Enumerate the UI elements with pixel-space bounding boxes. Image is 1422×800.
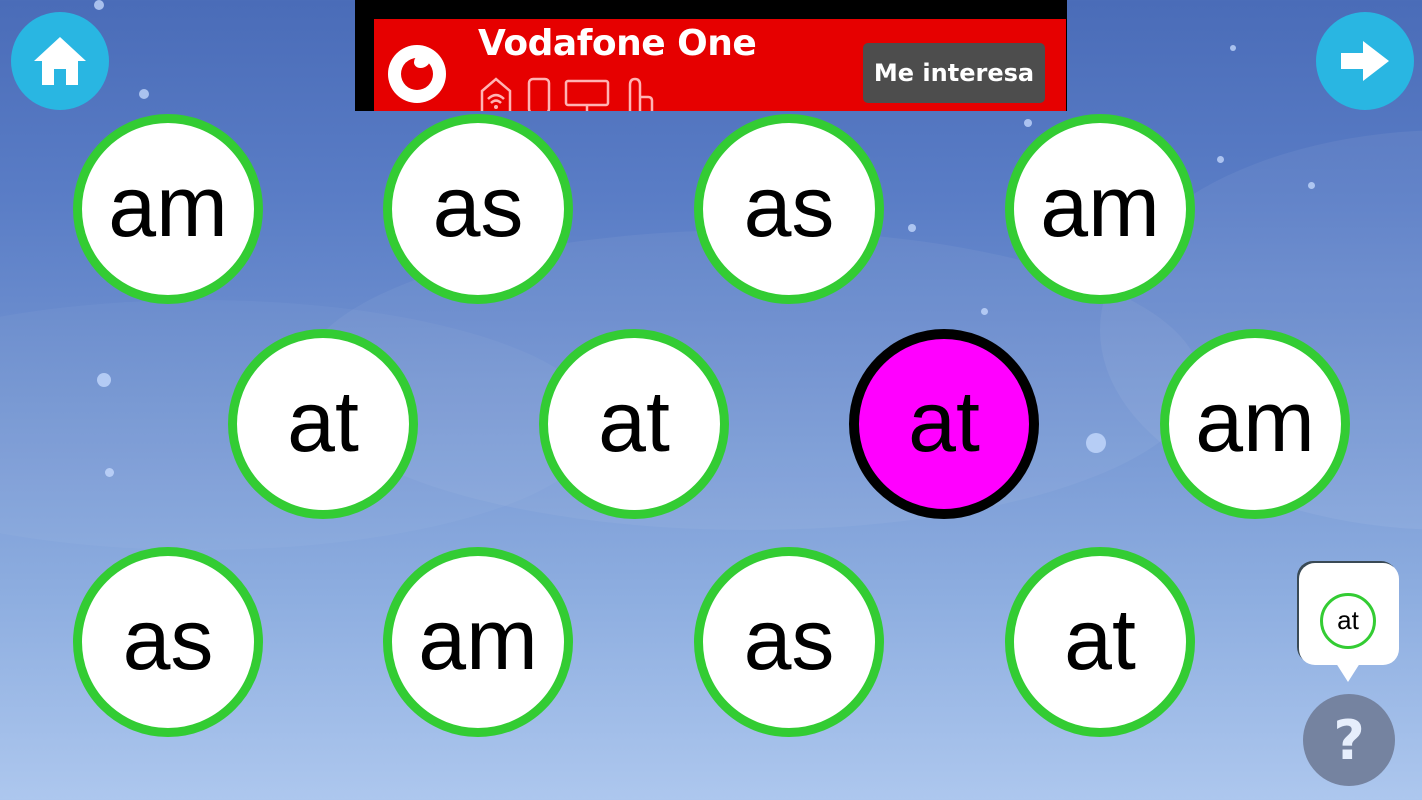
word-bubble[interactable]: at xyxy=(1005,547,1195,737)
word-bubble-selected[interactable]: at xyxy=(849,329,1039,519)
snowflake-dot xyxy=(1308,182,1315,189)
ad-cta-button[interactable]: Me interesa xyxy=(863,43,1045,103)
snowflake-dot xyxy=(139,89,149,99)
target-word-hint: at xyxy=(1299,563,1399,665)
word-bubble[interactable]: as xyxy=(383,114,573,304)
vodafone-logo-icon xyxy=(388,45,446,103)
word-bubble[interactable]: am xyxy=(1005,114,1195,304)
word-bubble[interactable]: as xyxy=(694,114,884,304)
target-word: at xyxy=(1320,593,1376,649)
word-bubble-label: at xyxy=(908,374,980,470)
word-bubble[interactable]: am xyxy=(1160,329,1350,519)
arrow-right-icon xyxy=(1341,41,1389,81)
hint-tail xyxy=(1334,660,1362,682)
ad-banner[interactable]: Vodafone One Me interesa xyxy=(355,0,1067,111)
word-bubble-label: am xyxy=(1040,159,1160,255)
question-mark-icon: ? xyxy=(1333,708,1365,772)
home-icon xyxy=(34,37,86,85)
wifi-router-icon xyxy=(480,77,512,111)
word-bubble-label: am xyxy=(108,159,228,255)
ad-content[interactable]: Vodafone One Me interesa xyxy=(374,19,1066,111)
snowflake-dot xyxy=(94,0,104,10)
word-bubble-label: am xyxy=(1195,374,1315,470)
word-bubble-label: at xyxy=(287,374,359,470)
word-bubble-label: as xyxy=(743,592,835,688)
tv-icon xyxy=(564,79,610,111)
help-button[interactable]: ? xyxy=(1303,694,1395,786)
snowflake-dot xyxy=(1024,119,1032,127)
snowflake-dot xyxy=(1086,433,1106,453)
home-button[interactable] xyxy=(11,12,109,110)
next-button[interactable] xyxy=(1316,12,1414,110)
snowflake-dot xyxy=(97,373,111,387)
word-bubble-label: at xyxy=(1064,592,1136,688)
word-bubble-label: am xyxy=(418,592,538,688)
word-bubble[interactable]: as xyxy=(73,547,263,737)
snowflake-dot xyxy=(1217,156,1224,163)
word-bubble[interactable]: as xyxy=(694,547,884,737)
word-bubble[interactable]: at xyxy=(228,329,418,519)
word-bubble-label: as xyxy=(122,592,214,688)
word-bubble-label: at xyxy=(598,374,670,470)
word-bubble[interactable]: am xyxy=(383,547,573,737)
landline-phone-icon xyxy=(628,77,654,111)
ad-title: Vodafone One xyxy=(478,23,757,64)
snowflake-dot xyxy=(981,308,988,315)
word-bubble[interactable]: am xyxy=(73,114,263,304)
snowflake-dot xyxy=(105,468,114,477)
ad-product-icons xyxy=(478,77,656,111)
snowflake-dot xyxy=(1230,45,1236,51)
word-bubble-label: as xyxy=(432,159,524,255)
mobile-phone-icon xyxy=(527,77,551,111)
snowflake-dot xyxy=(908,224,916,232)
word-bubble[interactable]: at xyxy=(539,329,729,519)
word-bubble-label: as xyxy=(743,159,835,255)
